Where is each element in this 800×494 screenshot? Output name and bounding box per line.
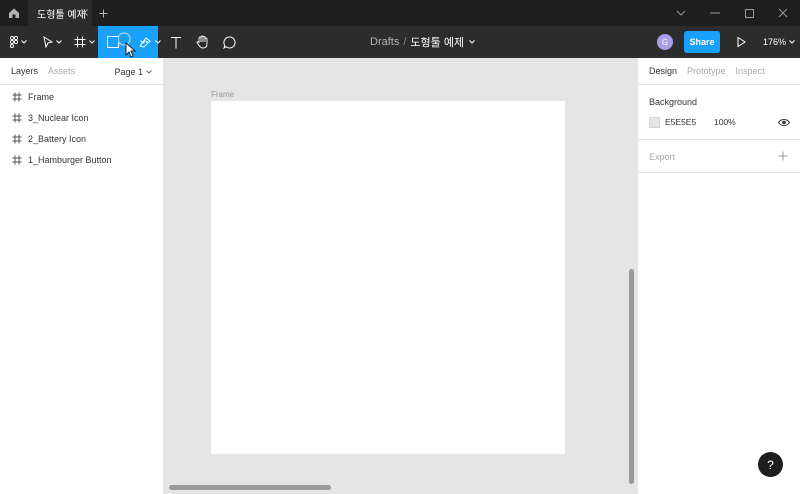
chevron-down-icon[interactable] <box>469 40 475 44</box>
window-controls <box>664 0 800 26</box>
layer-name: 2_Battery Icon <box>28 133 87 144</box>
background-hex-input[interactable]: E5E5E5 <box>665 117 696 127</box>
background-opacity-input[interactable]: 100% <box>714 117 736 127</box>
share-button[interactable]: Share <box>684 31 720 53</box>
chevron-down-icon <box>88 40 95 44</box>
home-icon <box>9 8 19 18</box>
close-icon[interactable] <box>80 8 89 17</box>
export-section: Export <box>638 140 800 173</box>
layer-item[interactable]: 2_Battery Icon <box>0 128 163 149</box>
file-tab[interactable]: 도형툴 예제 <box>28 0 92 26</box>
frame-icon <box>12 155 22 164</box>
page-label: Page 1 <box>114 66 143 77</box>
frame-label[interactable]: Frame <box>211 90 234 99</box>
pen-tool-button[interactable] <box>136 26 164 58</box>
main-menu-button[interactable] <box>5 26 31 58</box>
layer-name: 1_Hamburger Button <box>28 154 112 165</box>
layer-name: Frame <box>28 91 55 102</box>
eye-icon[interactable] <box>778 118 790 127</box>
chevron-down-icon <box>789 40 795 44</box>
breadcrumb-separator: / <box>403 36 407 48</box>
pen-icon <box>139 37 151 48</box>
layer-list: Frame 3_Nuclear Icon 2_Battery Icon 1_Ha… <box>0 85 163 170</box>
frame-icon <box>74 36 85 48</box>
layer-item[interactable]: 3_Nuclear Icon <box>0 107 163 128</box>
layer-item[interactable]: Frame <box>0 86 163 107</box>
tab-inspect[interactable]: Inspect <box>736 66 765 76</box>
frame-tool-button[interactable] <box>70 26 98 58</box>
chevron-down-icon <box>155 40 161 44</box>
close-window-button[interactable] <box>766 0 800 26</box>
frame[interactable] <box>211 101 565 454</box>
comment-icon <box>222 35 235 49</box>
properties-panel: Design Prototype Inspect Background E5E5… <box>637 58 800 494</box>
background-section: Background E5E5E5 100% <box>638 85 800 140</box>
move-cursor-icon <box>42 36 53 48</box>
file-name[interactable]: 도형툴 예제 <box>410 34 464 50</box>
hand-icon <box>196 35 207 49</box>
right-panel-tabs: Design Prototype Inspect <box>638 58 800 85</box>
tab-prototype[interactable]: Prototype <box>687 66 726 76</box>
chevron-down-icon <box>676 10 686 16</box>
background-color-swatch[interactable] <box>649 117 660 128</box>
tab-layers[interactable]: Layers <box>11 66 38 76</box>
minimize-button[interactable] <box>698 0 732 26</box>
move-tool-button[interactable] <box>38 26 66 58</box>
chevron-down-icon <box>146 69 152 74</box>
mouse-cursor-icon <box>118 32 137 58</box>
play-icon[interactable] <box>734 35 748 49</box>
breadcrumb-drafts[interactable]: Drafts <box>370 36 399 48</box>
avatar[interactable]: G <box>657 34 673 50</box>
minimize-icon <box>710 12 720 14</box>
file-title: Drafts / 도형툴 예제 <box>370 26 475 58</box>
frame-icon <box>12 92 22 101</box>
vertical-scrollbar[interactable] <box>629 269 634 484</box>
chevron-down-icon <box>20 40 27 44</box>
new-tab-button[interactable] <box>92 0 114 26</box>
export-title: Export <box>649 152 676 162</box>
figma-logo-icon <box>9 36 18 48</box>
comment-tool-button[interactable] <box>218 26 240 58</box>
frame-icon <box>12 134 22 143</box>
plus-icon[interactable] <box>778 151 788 161</box>
page-selector[interactable]: Page 1 <box>114 58 152 85</box>
maximize-icon <box>744 8 754 18</box>
tab-design[interactable]: Design <box>649 66 677 76</box>
layer-name: 3_Nuclear Icon <box>28 112 89 123</box>
file-tab-label: 도형툴 예제 <box>37 9 86 21</box>
horizontal-scrollbar[interactable] <box>169 485 331 490</box>
text-icon <box>171 36 181 48</box>
close-icon <box>778 8 788 18</box>
layer-item[interactable]: 1_Hamburger Button <box>0 149 163 170</box>
background-title: Background <box>649 97 698 107</box>
tab-assets[interactable]: Assets <box>48 66 75 76</box>
zoom-dropdown[interactable]: 176% <box>763 26 795 58</box>
home-button[interactable] <box>0 0 28 26</box>
layers-panel: Layers Assets Page 1 Frame 3_Nuclear Ico… <box>0 58 164 494</box>
maximize-button[interactable] <box>732 0 766 26</box>
hand-tool-button[interactable] <box>190 26 214 58</box>
tab-bar: 도형툴 예제 <box>0 0 800 26</box>
zoom-label: 176% <box>763 37 787 47</box>
tabs-dropdown-button[interactable] <box>664 0 698 26</box>
canvas[interactable]: Frame <box>164 58 637 494</box>
plus-icon <box>99 9 107 17</box>
left-panel-tabs: Layers Assets Page 1 <box>0 58 163 85</box>
help-button[interactable]: ? <box>758 452 783 477</box>
chevron-down-icon <box>55 40 62 44</box>
text-tool-button[interactable] <box>165 26 187 58</box>
frame-icon <box>12 113 22 122</box>
